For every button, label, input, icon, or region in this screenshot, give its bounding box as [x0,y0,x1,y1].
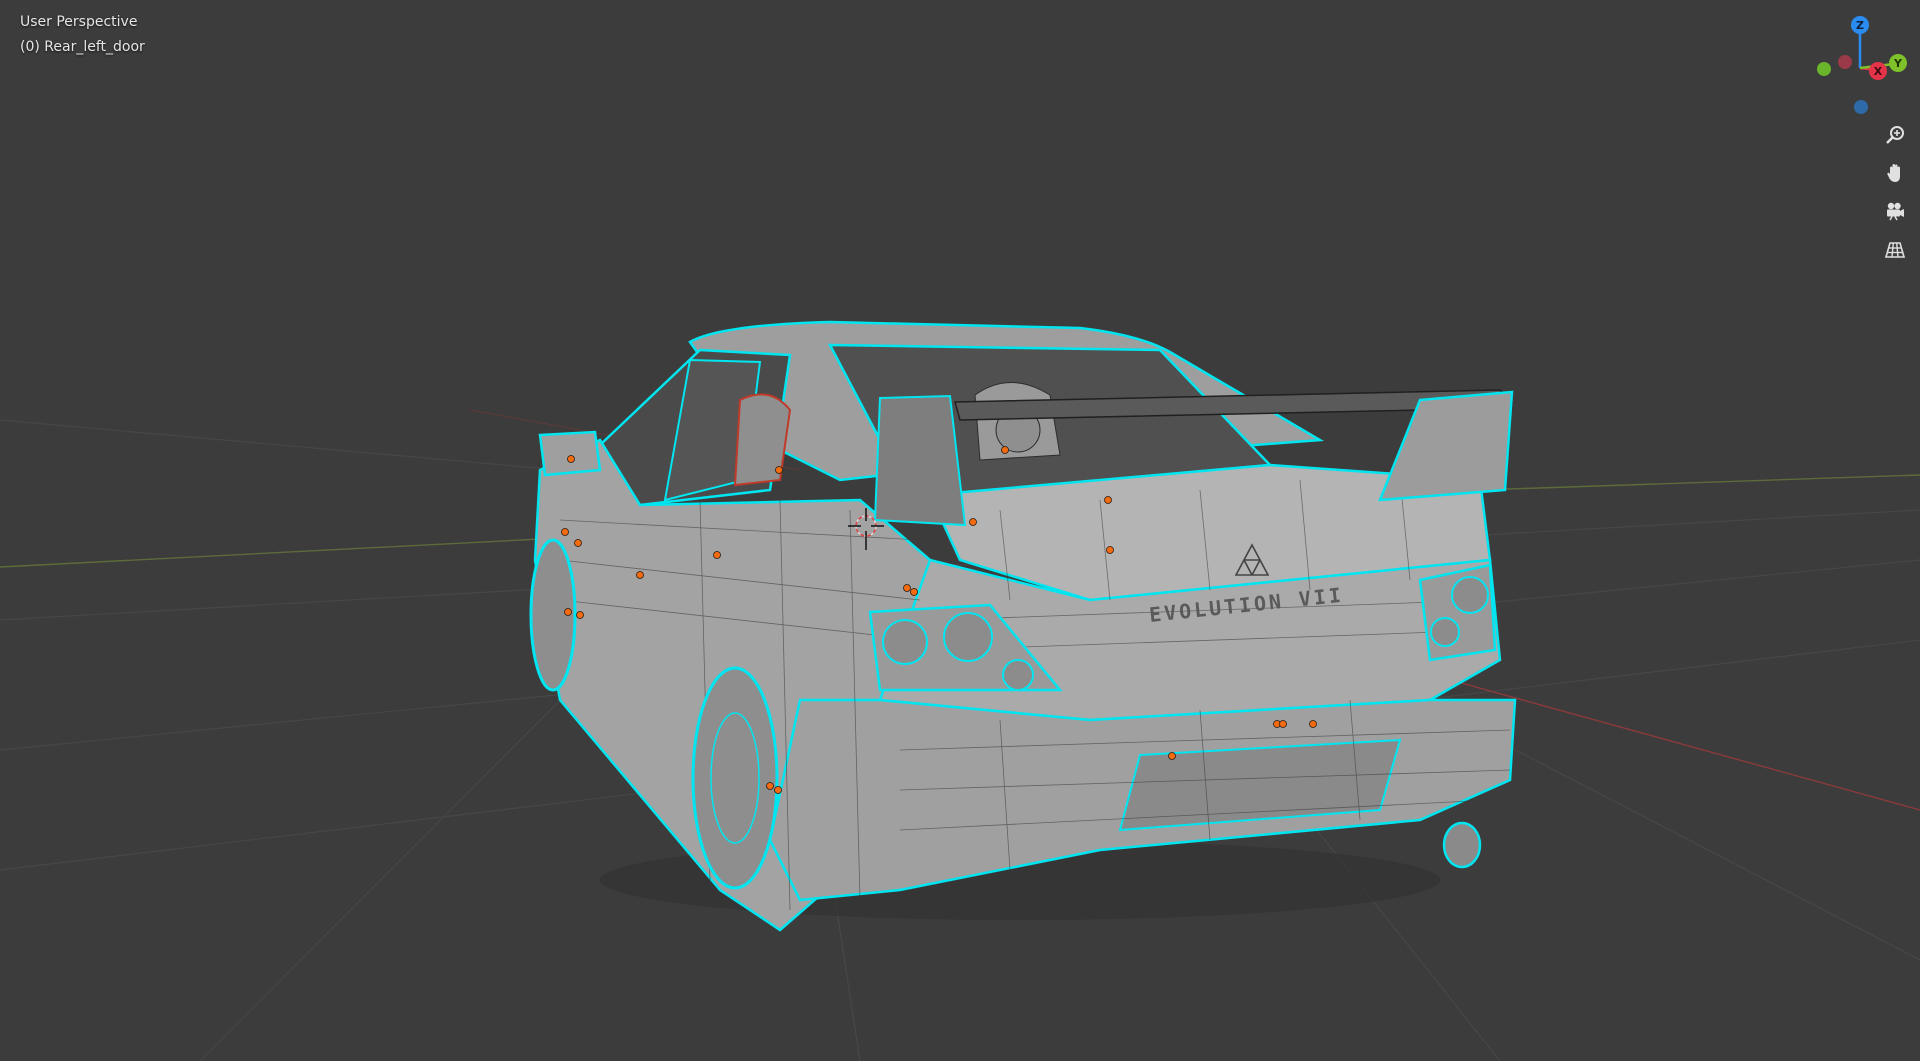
gizmo-x-label: X [1874,65,1883,78]
car-model[interactable]: EVOLUTION VII [529,320,1517,932]
gizmo-z-label: Z [1856,19,1864,32]
3d-viewport[interactable]: EVOLUTION VII User Perspective (0) Rear_… [0,0,1920,1061]
hand-icon [1887,164,1900,182]
magnifier-icon [1886,126,1904,144]
gizmo-y-label: Y [1893,57,1903,70]
side-mirror [538,430,602,477]
view-name-label: User Perspective [20,14,138,30]
gizmo-neg-z[interactable] [1854,100,1868,114]
scene-canvas[interactable]: EVOLUTION VII [0,0,1920,1061]
grid-icon [1884,242,1906,258]
active-object-label: (0) Rear_left_door [20,39,145,55]
camera-icon [1887,202,1904,221]
gizmo-neg-x[interactable] [1838,55,1852,69]
y-axis-line-right [1479,474,1920,491]
navigation-gizmo[interactable]: Z Y X [1808,12,1920,122]
y-axis-line [0,537,561,568]
toggle-perspective-button[interactable] [1880,235,1910,265]
tail-light-right [1418,563,1497,662]
gizmo-neg-y[interactable] [1817,62,1831,76]
zoom-view-button[interactable] [1880,120,1910,150]
pan-view-button[interactable] [1880,158,1910,188]
rear-wheel-left [691,666,779,890]
exhaust-pipe [1442,821,1482,869]
camera-view-button[interactable] [1880,196,1910,226]
